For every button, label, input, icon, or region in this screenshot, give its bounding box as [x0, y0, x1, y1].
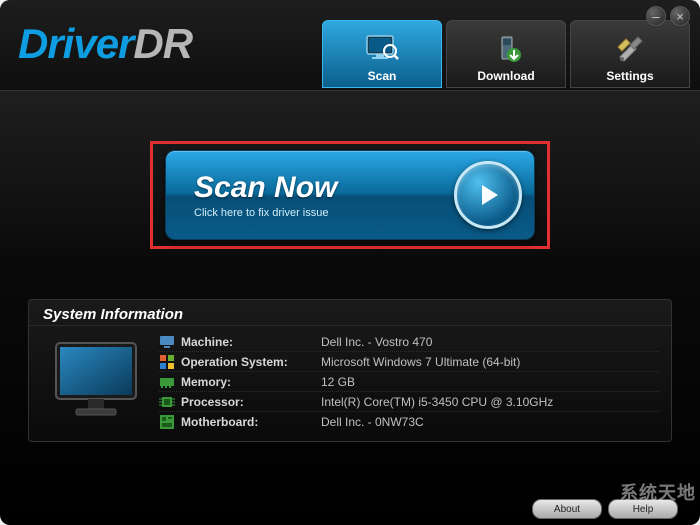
tab-bar: Scan Download [322, 20, 690, 88]
monitor-search-icon [364, 31, 400, 67]
system-info-title: System Information [29, 300, 671, 326]
row-os: Operation System: Microsoft Windows 7 Ul… [159, 352, 659, 372]
row-machine: Machine: Dell Inc. - Vostro 470 [159, 332, 659, 352]
computer-icon [41, 332, 151, 427]
about-button[interactable]: About [532, 499, 602, 519]
tab-scan[interactable]: Scan [322, 20, 442, 88]
machine-value: Dell Inc. - Vostro 470 [321, 335, 432, 349]
app-logo: DriverDR [18, 20, 192, 68]
header: DriverDR Scan [0, 0, 700, 91]
system-info-rows: Machine: Dell Inc. - Vostro 470 Operatio… [159, 332, 659, 431]
download-icon [488, 31, 524, 67]
row-motherboard: Motherboard: Dell Inc. - 0NW73C [159, 412, 659, 431]
highlight-box: Scan Now Click here to fix driver issue [150, 141, 550, 249]
scan-now-button[interactable]: Scan Now Click here to fix driver issue [165, 150, 535, 240]
row-processor: Processor: Intel(R) Core(TM) i5-3450 CPU… [159, 392, 659, 412]
minimize-button[interactable]: – [646, 6, 666, 26]
processor-label: Processor: [181, 395, 321, 409]
memory-value: 12 GB [321, 375, 355, 389]
logo-left: Driver [18, 20, 133, 67]
memory-icon [159, 374, 175, 390]
tab-settings[interactable]: Settings [570, 20, 690, 88]
os-value: Microsoft Windows 7 Ultimate (64-bit) [321, 355, 520, 369]
tools-icon [612, 31, 648, 67]
scan-button-text: Scan Now Click here to fix driver issue [194, 171, 454, 219]
os-icon [159, 354, 175, 370]
watermark: 系统天地 [620, 479, 696, 505]
scan-title: Scan Now [194, 171, 454, 205]
app-window: – × DriverDR Scan [0, 0, 700, 525]
memory-label: Memory: [181, 375, 321, 389]
scan-subtitle: Click here to fix driver issue [194, 207, 454, 219]
tab-scan-label: Scan [368, 69, 397, 83]
tab-download[interactable]: Download [446, 20, 566, 88]
motherboard-value: Dell Inc. - 0NW73C [321, 415, 424, 429]
motherboard-icon [159, 414, 175, 430]
play-icon [454, 161, 522, 229]
cpu-icon [159, 394, 175, 410]
logo-right: DR [133, 20, 192, 67]
window-controls: – × [646, 6, 690, 26]
tab-download-label: Download [477, 69, 534, 83]
content-area: Scan Now Click here to fix driver issue … [0, 91, 700, 442]
machine-label: Machine: [181, 335, 321, 349]
processor-value: Intel(R) Core(TM) i5-3450 CPU @ 3.10GHz [321, 395, 553, 409]
system-info-panel: System Information Machine: Del [28, 299, 672, 442]
close-button[interactable]: × [670, 6, 690, 26]
row-memory: Memory: 12 GB [159, 372, 659, 392]
motherboard-label: Motherboard: [181, 415, 321, 429]
scan-area: Scan Now Click here to fix driver issue [28, 141, 672, 249]
tab-settings-label: Settings [606, 69, 653, 83]
os-label: Operation System: [181, 355, 321, 369]
machine-icon [159, 334, 175, 350]
